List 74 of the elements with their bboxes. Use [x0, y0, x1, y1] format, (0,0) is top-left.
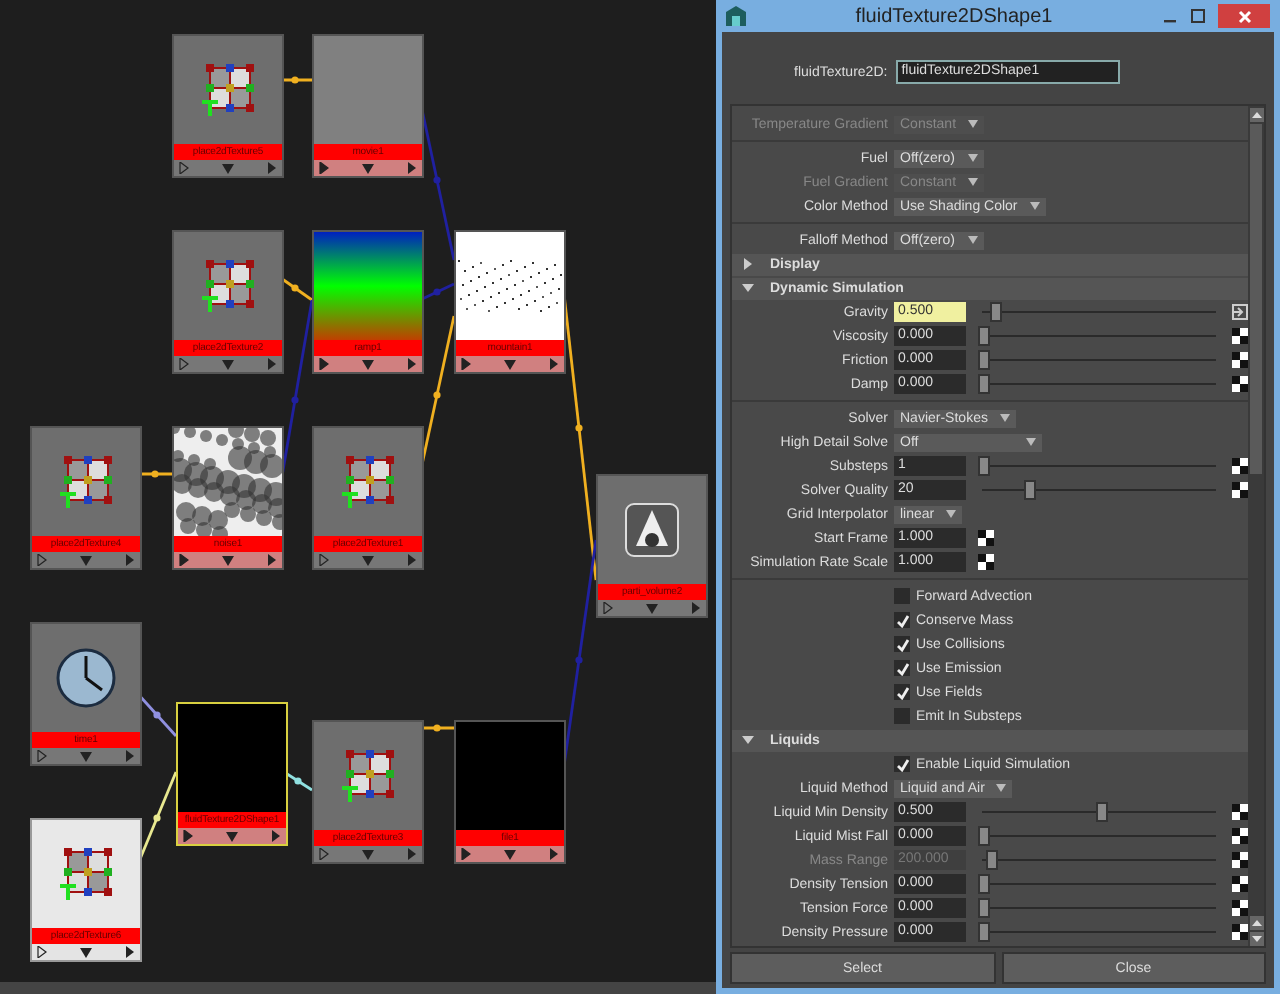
speckle-swatch — [456, 232, 564, 340]
input-port-icon[interactable] — [36, 750, 48, 762]
caret-icon — [946, 510, 957, 518]
checker-map-icon[interactable] — [1232, 804, 1248, 820]
slider-thumb[interactable] — [989, 302, 1002, 322]
placement-grid-icon — [56, 844, 116, 904]
slider-thumb[interactable] — [978, 374, 990, 394]
caret-icon — [967, 154, 977, 162]
checker-map-icon[interactable] — [1232, 458, 1248, 474]
scroll-down-icon[interactable] — [1249, 932, 1263, 946]
scrollbar[interactable] — [1248, 106, 1264, 946]
texture-preview — [456, 722, 564, 830]
gradient-swatch — [314, 232, 422, 340]
caret-icon — [999, 414, 1010, 422]
maximize-icon[interactable] — [1190, 8, 1206, 24]
checker-map-icon[interactable] — [1232, 876, 1248, 892]
clock-icon — [54, 646, 118, 710]
close-button[interactable] — [1218, 4, 1270, 28]
checker-map-icon[interactable] — [1232, 924, 1248, 940]
texture-preview — [314, 36, 422, 144]
input-port-icon[interactable] — [178, 358, 190, 370]
placement-grid-icon — [338, 746, 398, 806]
caret-icon — [1026, 438, 1036, 446]
slider-thumb[interactable] — [978, 826, 990, 846]
placement-grid-icon — [56, 452, 116, 512]
checker-map-icon[interactable] — [978, 554, 994, 570]
check-icon — [895, 757, 909, 771]
slider-thumb[interactable] — [1024, 480, 1037, 500]
slider-thumb[interactable] — [978, 456, 990, 476]
placement-grid-icon — [198, 256, 258, 316]
checkbox[interactable] — [894, 636, 910, 652]
input-port-icon[interactable] — [178, 162, 190, 174]
checker-map-icon[interactable] — [1232, 482, 1248, 498]
input-port-icon[interactable] — [318, 554, 330, 566]
volume-light-icon — [624, 502, 680, 558]
caret-icon — [996, 784, 1007, 792]
input-port-icon[interactable] — [602, 602, 614, 614]
noise-swatch — [174, 428, 282, 536]
caret-icon — [968, 178, 979, 186]
connection-arrow-icon[interactable] — [1232, 304, 1248, 320]
checker-map-icon[interactable] — [978, 530, 994, 546]
checker-map-icon[interactable] — [1232, 328, 1248, 344]
checkbox[interactable] — [894, 588, 910, 604]
slider-thumb[interactable] — [978, 922, 990, 942]
checkbox[interactable] — [894, 684, 910, 700]
checker-map-icon[interactable] — [1232, 828, 1248, 844]
checkbox[interactable] — [894, 612, 910, 628]
slider-thumb[interactable] — [978, 350, 990, 370]
checker-map-icon[interactable] — [1232, 852, 1248, 868]
texture-preview — [178, 704, 286, 812]
checker-map-icon[interactable] — [1232, 900, 1248, 916]
checker-map-icon[interactable] — [1232, 352, 1248, 368]
input-port-icon[interactable] — [36, 946, 48, 958]
app-icon — [726, 6, 746, 26]
caret-icon — [1029, 202, 1040, 210]
caret-icon — [967, 236, 977, 244]
window-title: fluidTexture2DShape1 — [853, 5, 1055, 27]
placement-grid-icon — [338, 452, 398, 512]
slider-thumb[interactable] — [978, 898, 990, 918]
input-port-icon[interactable] — [36, 554, 48, 566]
checkbox[interactable] — [894, 660, 910, 676]
close-icon[interactable] — [1237, 9, 1251, 23]
slider-thumb[interactable] — [978, 874, 990, 894]
slider-thumb[interactable] — [1095, 802, 1107, 822]
input-port-icon[interactable] — [318, 848, 330, 860]
checkbox[interactable] — [894, 756, 910, 772]
placement-grid-icon — [198, 60, 258, 120]
checker-map-icon[interactable] — [1232, 376, 1248, 392]
slider-thumb[interactable] — [978, 326, 990, 346]
caret-icon — [968, 120, 979, 128]
scroll-up-icon[interactable] — [1249, 108, 1263, 122]
disclosure-triangle-icon[interactable] — [742, 734, 754, 746]
checkbox[interactable] — [894, 708, 910, 724]
scroll-up-icon[interactable] — [1249, 916, 1263, 930]
